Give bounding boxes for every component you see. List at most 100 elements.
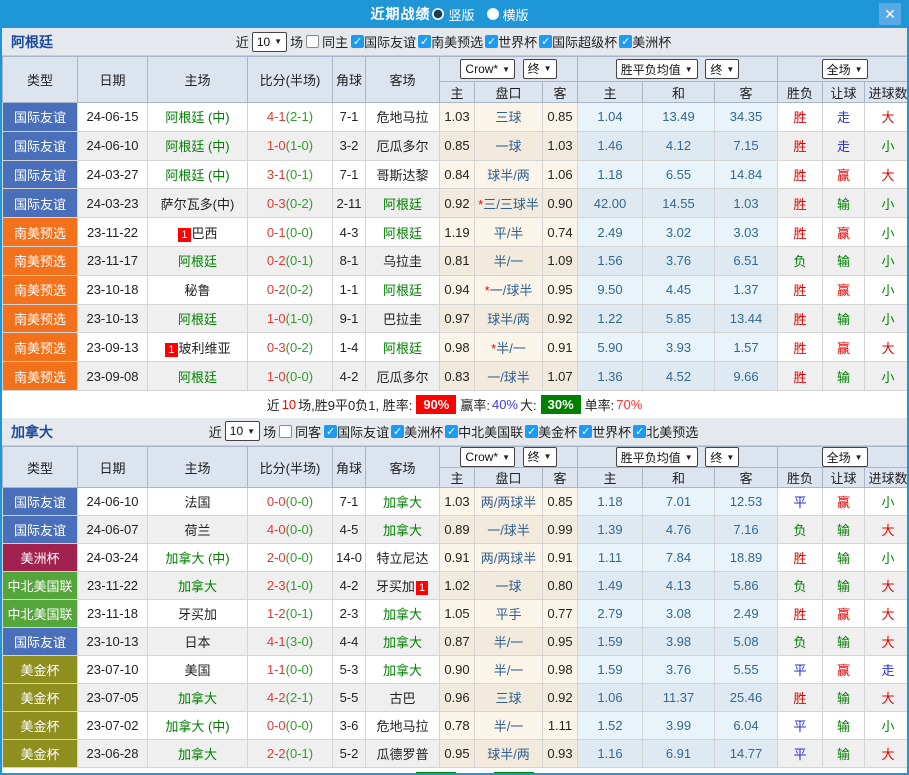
- competition-label: 国际友谊: [364, 32, 416, 51]
- final-odds-select[interactable]: 终▼: [523, 447, 557, 467]
- away-team: 厄瓜多尔: [366, 131, 440, 160]
- competition-checkbox[interactable]: ✓: [619, 35, 632, 48]
- wdl-mean-select[interactable]: 胜平负均值▼: [616, 59, 698, 79]
- col-hcap-away: 客: [543, 82, 578, 103]
- same-venue-checkbox[interactable]: [279, 425, 292, 438]
- match-type-badge: 中北美国联: [3, 572, 78, 600]
- match-score: 2-0(0-0): [248, 544, 333, 572]
- halftime-score: (1-0): [286, 138, 313, 153]
- competition-checkbox[interactable]: ✓: [391, 425, 404, 438]
- mean-group-header: 胜平负均值▼ 终▼: [578, 57, 778, 82]
- final-odds-select-2[interactable]: 终▼: [705, 447, 739, 467]
- mean-draw-odds: 3.99: [643, 712, 715, 740]
- match-row: 国际友谊24-06-10阿根廷 (中)1-0(1-0)3-2厄瓜多尔0.85一球…: [3, 131, 909, 160]
- mean-away-odds: 1.57: [715, 333, 778, 362]
- halftime-score: (0-2): [286, 282, 313, 297]
- vertical-layout-radio[interactable]: [432, 8, 444, 20]
- team-label: 阿根廷: [383, 341, 422, 356]
- competition-checkbox[interactable]: ✓: [539, 35, 552, 48]
- home-team: 阿根廷: [148, 362, 248, 391]
- close-icon[interactable]: ✕: [879, 3, 901, 25]
- team-label: 古巴: [389, 691, 415, 706]
- summary-text: 10: [282, 397, 296, 412]
- mean-away-odds: 7.16: [715, 516, 778, 544]
- match-type-badge: 美金杯: [3, 656, 78, 684]
- red-one-badge: 1: [165, 343, 177, 357]
- col-score: 比分(半场): [248, 57, 333, 103]
- col-mean-draw: 和: [643, 82, 715, 103]
- result-wdl: 胜: [778, 275, 823, 304]
- fulltime-group-header: 全场▼: [778, 57, 909, 82]
- team-label: 加拿大: [178, 691, 217, 706]
- same-venue-checkbox[interactable]: [306, 35, 319, 48]
- match-date: 23-11-17: [78, 246, 148, 275]
- recent-count-select[interactable]: 10▼: [252, 32, 287, 52]
- mean-away-odds: 6.51: [715, 246, 778, 275]
- match-date: 23-10-13: [78, 628, 148, 656]
- away-team: 加拿大: [366, 516, 440, 544]
- handicap-line: 平手: [475, 600, 543, 628]
- competition-label: 世界杯: [498, 32, 537, 51]
- mean-home-odds: 1.39: [578, 516, 643, 544]
- mean-draw-odds: 4.45: [643, 275, 715, 304]
- handicap-line: 一球: [475, 572, 543, 600]
- competition-checkbox[interactable]: ✓: [525, 425, 538, 438]
- vertical-layout-label: 竖版: [448, 5, 474, 24]
- match-type-badge: 国际友谊: [3, 516, 78, 544]
- match-score: 4-1(3-0): [248, 628, 333, 656]
- match-score: 0-3(0-2): [248, 333, 333, 362]
- result-goals: 小: [865, 488, 909, 516]
- fulltime-score: 1-0: [267, 369, 286, 384]
- match-type-badge: 美金杯: [3, 684, 78, 712]
- bookmaker-select[interactable]: Crow*▼: [460, 447, 515, 467]
- halftime-score: (0-2): [286, 196, 313, 211]
- final-odds-select[interactable]: 终▼: [523, 59, 557, 79]
- handicap-home-odds: 1.05: [440, 600, 475, 628]
- full-match-select[interactable]: 全场▼: [822, 447, 868, 467]
- wdl-mean-select[interactable]: 胜平负均值▼: [616, 447, 698, 467]
- competition-checkbox[interactable]: ✓: [445, 425, 458, 438]
- corner-score: 3-2: [333, 131, 366, 160]
- result-handicap: 走: [823, 131, 865, 160]
- handicap-home-odds: 0.87: [440, 628, 475, 656]
- full-match-select[interactable]: 全场▼: [822, 59, 868, 79]
- match-score: 0-1(0-0): [248, 218, 333, 247]
- handicap-line: 一/球半: [475, 362, 543, 391]
- competition-filter-list: ✓国际友谊✓南美预选✓世界杯✓国际超级杯✓美洲杯: [351, 32, 673, 51]
- result-wdl: 负: [778, 628, 823, 656]
- competition-label: 国际超级杯: [552, 32, 617, 51]
- result-handicap: 输: [823, 544, 865, 572]
- recent-count-select[interactable]: 10▼: [225, 421, 260, 441]
- competition-checkbox[interactable]: ✓: [418, 35, 431, 48]
- match-score: 1-0(1-0): [248, 131, 333, 160]
- competition-checkbox[interactable]: ✓: [633, 425, 646, 438]
- mean-home-odds: 1.04: [578, 103, 643, 132]
- match-date: 24-06-10: [78, 488, 148, 516]
- mean-draw-odds: 4.13: [643, 572, 715, 600]
- match-date: 23-06-28: [78, 740, 148, 768]
- horizontal-layout-radio[interactable]: [487, 8, 499, 20]
- bookmaker-select[interactable]: Crow*▼: [460, 59, 515, 79]
- competition-checkbox[interactable]: ✓: [351, 35, 364, 48]
- result-handicap: 走: [823, 103, 865, 132]
- corner-score: 4-2: [333, 572, 366, 600]
- match-score: 1-0(1-0): [248, 304, 333, 333]
- handicap-line-label: 一/球半: [487, 523, 530, 538]
- mean-home-odds: 1.11: [578, 544, 643, 572]
- handicap-line-label: 球半/两: [487, 168, 530, 183]
- fulltime-score: 3-1: [267, 167, 286, 182]
- competition-checkbox[interactable]: ✓: [324, 425, 337, 438]
- match-row: 南美预选23-11-221巴西0-1(0-0)4-3阿根廷1.19平/半0.74…: [3, 218, 909, 247]
- mean-draw-odds: 3.93: [643, 333, 715, 362]
- competition-checkbox[interactable]: ✓: [579, 425, 592, 438]
- red-one-badge: 1: [178, 228, 190, 242]
- col-type: 类型: [3, 446, 78, 488]
- competition-checkbox[interactable]: ✓: [485, 35, 498, 48]
- final-odds-select-2[interactable]: 终▼: [705, 59, 739, 79]
- team-label: 加拿大: [383, 495, 422, 510]
- match-score: 2-3(1-0): [248, 572, 333, 600]
- match-score: 4-1(2-1): [248, 103, 333, 132]
- col-mean-away: 客: [715, 82, 778, 103]
- halftime-score: (0-1): [286, 746, 313, 761]
- halftime-score: (0-0): [286, 369, 313, 384]
